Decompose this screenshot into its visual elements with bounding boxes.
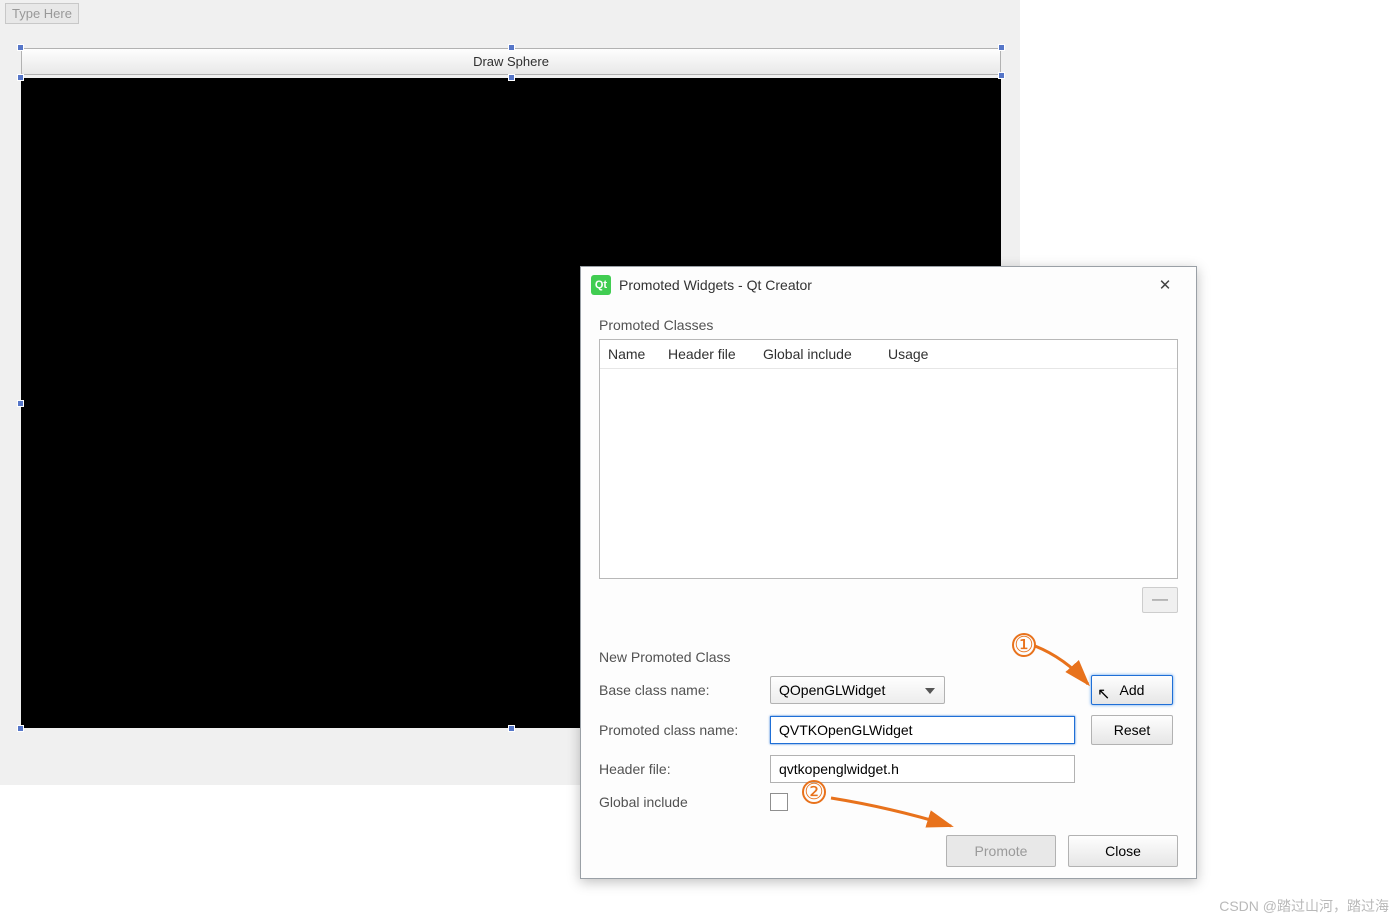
column-header-usage[interactable]: Usage xyxy=(880,340,1177,368)
watermark-text: CSDN @踏过山河，踏过海 xyxy=(1219,896,1389,916)
resize-handle[interactable] xyxy=(998,72,1005,79)
annotation-arrow-2 xyxy=(823,788,963,838)
close-icon[interactable]: ✕ xyxy=(1142,270,1188,300)
close-button[interactable]: Close xyxy=(1068,835,1178,867)
table-header-row: Name Header file Global include Usage xyxy=(600,340,1177,369)
qt-logo-icon: Qt xyxy=(591,275,611,295)
resize-handle[interactable] xyxy=(17,725,24,732)
add-button[interactable]: Add xyxy=(1091,675,1173,705)
promoted-classes-table[interactable]: Name Header file Global include Usage xyxy=(599,339,1178,579)
global-include-checkbox[interactable] xyxy=(770,793,788,811)
resize-handle[interactable] xyxy=(17,44,24,51)
resize-handle[interactable] xyxy=(17,74,24,81)
promoted-class-label: Promoted class name: xyxy=(599,722,754,738)
menu-placeholder[interactable]: Type Here xyxy=(5,3,79,24)
promote-button[interactable]: Promote xyxy=(946,835,1056,867)
base-class-combo[interactable]: QOpenGLWidget xyxy=(770,676,945,704)
column-header-global-include[interactable]: Global include xyxy=(755,340,880,368)
draw-sphere-button-container: Draw Sphere xyxy=(21,48,1001,75)
draw-sphere-button[interactable]: Draw Sphere xyxy=(21,48,1001,75)
resize-handle[interactable] xyxy=(17,400,24,407)
promoted-class-input[interactable] xyxy=(770,716,1075,744)
dialog-title: Promoted Widgets - Qt Creator xyxy=(619,277,1142,293)
annotation-arrow-1 xyxy=(1030,638,1100,696)
global-include-label: Global include xyxy=(599,794,754,810)
base-class-label: Base class name: xyxy=(599,682,754,698)
base-class-value: QOpenGLWidget xyxy=(779,682,885,698)
resize-handle[interactable] xyxy=(508,725,515,732)
column-header-name[interactable]: Name xyxy=(600,340,660,368)
resize-handle[interactable] xyxy=(508,44,515,51)
resize-handle[interactable] xyxy=(508,74,515,81)
reset-button[interactable]: Reset xyxy=(1091,715,1173,745)
promoted-classes-label: Promoted Classes xyxy=(599,317,1178,333)
resize-handle[interactable] xyxy=(998,44,1005,51)
annotation-step-1: ① xyxy=(1012,633,1036,657)
dialog-titlebar[interactable]: Qt Promoted Widgets - Qt Creator ✕ xyxy=(581,267,1196,303)
header-file-label: Header file: xyxy=(599,761,754,777)
remove-button[interactable]: — xyxy=(1142,587,1178,613)
column-header-header-file[interactable]: Header file xyxy=(660,340,755,368)
annotation-step-2: ② xyxy=(802,780,826,804)
